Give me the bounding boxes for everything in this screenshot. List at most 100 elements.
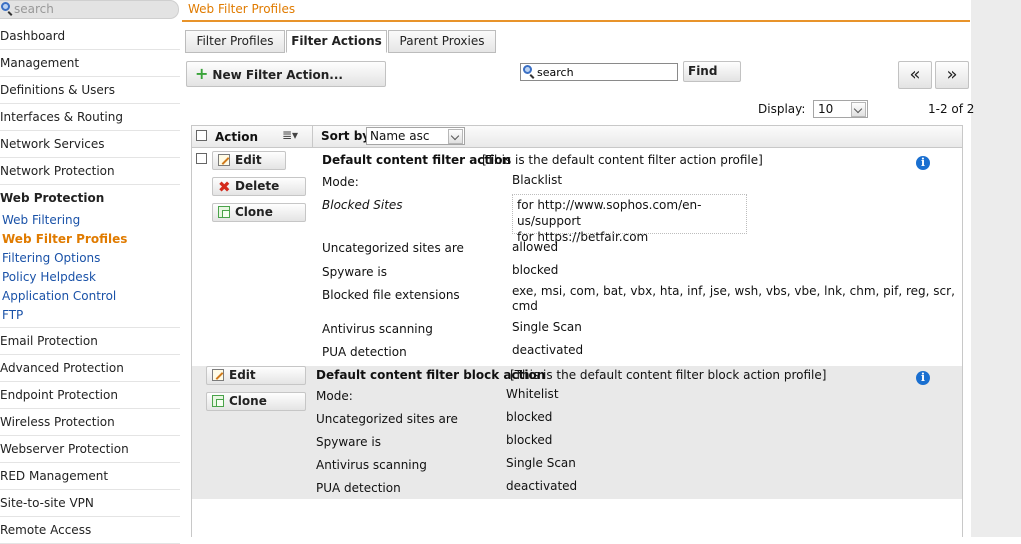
edit-label: Edit <box>235 153 262 167</box>
sidebar-item-endpoint-protection[interactable]: Endpoint Protection <box>0 382 180 409</box>
tab-parent-proxies[interactable]: Parent Proxies <box>388 30 496 53</box>
delete-icon: ✖ <box>218 178 231 196</box>
info-icon[interactable]: i <box>916 371 930 385</box>
chevron-down-icon <box>851 102 866 117</box>
display-value: 10 <box>818 102 834 116</box>
sidebar-search-placeholder: search <box>14 2 54 16</box>
sidebar: search Dashboard Management Definitions … <box>0 0 180 544</box>
antivirus-value: Single Scan <box>512 320 582 334</box>
sidebar-item-network-protection[interactable]: Network Protection <box>0 158 180 185</box>
mode-value: Whitelist <box>506 387 559 401</box>
page-title: Web Filter Profiles <box>188 2 296 16</box>
clone-button[interactable]: Clone <box>212 203 306 222</box>
pagination-range: 1-2 of 2 <box>928 102 975 116</box>
first-page-button[interactable]: « <box>898 61 932 89</box>
pua-label: PUA detection <box>322 345 407 359</box>
mode-value: Blacklist <box>512 173 563 187</box>
edit-icon <box>212 369 224 381</box>
search-icon <box>523 65 532 74</box>
blocked-extensions-label: Blocked file extensions <box>322 288 460 302</box>
sidebar-subitem-ftp[interactable]: FTP <box>0 306 180 325</box>
right-gutter <box>971 0 1021 537</box>
blocked-site: for http://www.sophos.com/en-us/support <box>517 198 702 228</box>
info-icon[interactable]: i <box>916 156 930 170</box>
row-checkbox[interactable] <box>196 153 207 164</box>
page-header: Web Filter Profiles <box>182 0 970 22</box>
mode-label: Mode: <box>322 175 359 189</box>
header-divider <box>312 126 313 147</box>
edit-label: Edit <box>229 368 256 382</box>
clone-button[interactable]: Clone <box>206 392 306 411</box>
filter-action-list: Action ≣▾ Sort by: Name asc Edit ✖ Delete… <box>191 125 963 537</box>
sidebar-item-red-management[interactable]: RED Management <box>0 463 180 490</box>
antivirus-value: Single Scan <box>506 456 576 470</box>
search-icon <box>1 2 10 11</box>
select-all-checkbox[interactable] <box>196 130 207 141</box>
row-description: [This is the default content filter acti… <box>482 153 763 167</box>
row-description: [This is the default content filter bloc… <box>510 368 827 382</box>
filter-search-input[interactable] <box>537 64 675 80</box>
delete-label: Delete <box>235 179 280 193</box>
sidebar-item-interfaces-routing[interactable]: Interfaces & Routing <box>0 104 180 131</box>
next-page-button[interactable]: » <box>935 61 969 89</box>
tab-filter-actions[interactable]: Filter Actions <box>286 30 387 53</box>
clone-icon <box>218 206 230 218</box>
sidebar-item-management[interactable]: Management <box>0 50 180 77</box>
clone-label: Clone <box>229 394 267 408</box>
sidebar-subitem-web-filtering[interactable]: Web Filtering <box>0 211 180 230</box>
list-header: Action ≣▾ Sort by: Name asc <box>192 126 962 148</box>
tab-filter-profiles[interactable]: Filter Profiles <box>185 30 285 53</box>
list-view-icon[interactable]: ≣▾ <box>282 128 298 142</box>
sidebar-subitem-filtering-options[interactable]: Filtering Options <box>0 249 180 268</box>
sidebar-item-advanced-protection[interactable]: Advanced Protection <box>0 355 180 382</box>
spyware-label: Spyware is <box>322 265 387 279</box>
clone-label: Clone <box>235 205 273 219</box>
sidebar-item-email-protection[interactable]: Email Protection <box>0 328 180 355</box>
filter-search-input-wrap[interactable] <box>520 63 678 81</box>
clone-icon <box>212 395 224 407</box>
sidebar-nav: Dashboard Management Definitions & Users… <box>0 23 180 544</box>
edit-icon <box>218 154 230 166</box>
sidebar-item-webserver-protection[interactable]: Webserver Protection <box>0 436 180 463</box>
blocked-extensions-line: exe, msi, com, bat, vbx, hta, inf, jse, … <box>512 284 955 298</box>
sidebar-item-dashboard[interactable]: Dashboard <box>0 23 180 50</box>
uncategorized-value: allowed <box>512 240 559 254</box>
sidebar-subitem-policy-helpdesk[interactable]: Policy Helpdesk <box>0 268 180 287</box>
new-filter-action-button[interactable]: + New Filter Action... <box>186 61 386 87</box>
pua-value: deactivated <box>512 343 584 357</box>
sidebar-item-remote-access[interactable]: Remote Access <box>0 517 180 544</box>
delete-button[interactable]: ✖ Delete <box>212 177 306 196</box>
chevron-down-icon <box>448 129 463 144</box>
blocked-extensions-line: cmd <box>512 299 538 313</box>
sidebar-subnav-web-protection: Web Filtering Web Filter Profiles Filter… <box>0 211 180 328</box>
antivirus-label: Antivirus scanning <box>316 458 427 472</box>
sidebar-item-site-to-site-vpn[interactable]: Site-to-site VPN <box>0 490 180 517</box>
blocked-sites-list: for http://www.sophos.com/en-us/support … <box>512 194 747 244</box>
sidebar-item-web-protection[interactable]: Web Protection <box>0 185 180 211</box>
blocked-sites-label: Blocked Sites <box>322 198 403 212</box>
sidebar-subitem-application-control[interactable]: Application Control <box>0 287 180 306</box>
sidebar-item-network-services[interactable]: Network Services <box>0 131 180 158</box>
plus-icon: + <box>195 64 209 83</box>
antivirus-label: Antivirus scanning <box>322 322 433 336</box>
sidebar-search-input[interactable]: search <box>0 0 179 19</box>
find-button[interactable]: Find <box>683 61 741 82</box>
sort-by-value: Name asc <box>370 129 430 143</box>
uncategorized-value: blocked <box>506 410 553 424</box>
display-select[interactable]: 10 <box>813 100 868 118</box>
spyware-label: Spyware is <box>316 435 381 449</box>
sidebar-item-wireless-protection[interactable]: Wireless Protection <box>0 409 180 436</box>
edit-button[interactable]: Edit <box>212 151 286 170</box>
uncategorized-label: Uncategorized sites are <box>316 412 458 426</box>
pua-value: deactivated <box>506 479 578 493</box>
display-label: Display: <box>758 102 806 116</box>
new-filter-action-label: New Filter Action... <box>212 68 343 82</box>
action-column-label: Action <box>215 130 259 144</box>
edit-button[interactable]: Edit <box>206 366 306 385</box>
sidebar-subitem-web-filter-profiles[interactable]: Web Filter Profiles <box>0 230 180 249</box>
table-row: Edit Clone Default content filter block … <box>192 366 962 499</box>
mode-label: Mode: <box>316 389 353 403</box>
sidebar-item-definitions-users[interactable]: Definitions & Users <box>0 77 180 104</box>
pua-label: PUA detection <box>316 481 401 495</box>
sort-by-select[interactable]: Name asc <box>366 127 465 145</box>
